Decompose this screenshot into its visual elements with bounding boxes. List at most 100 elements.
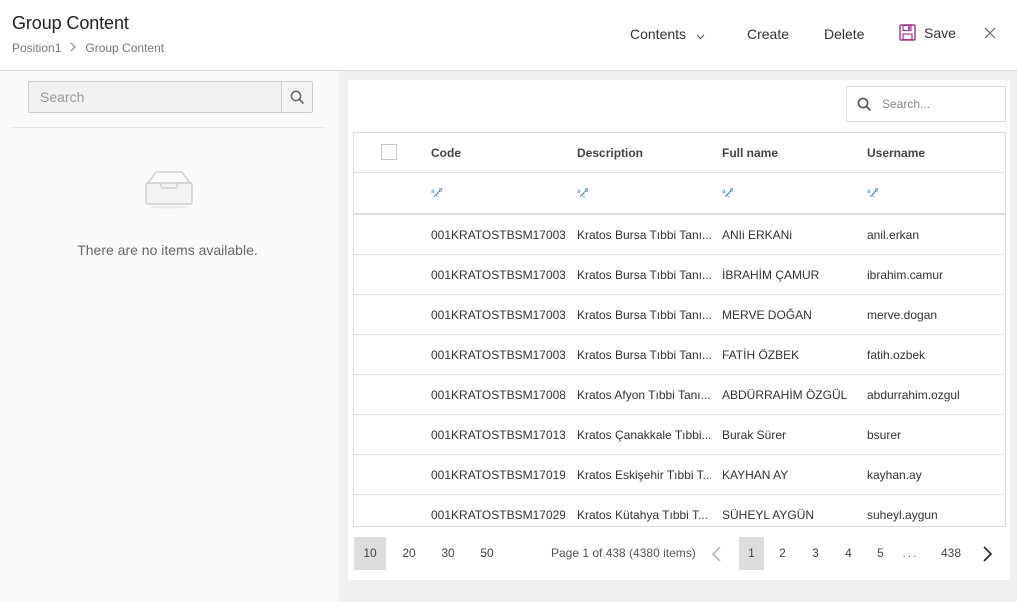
cell-code: 001KRATOSTBSM17003... <box>431 348 565 362</box>
cell-full-name: SÜHEYL AYGÜN <box>722 508 815 522</box>
page-size-30[interactable]: 30 <box>432 537 464 570</box>
divider <box>12 127 324 128</box>
cell-full-name: ABDÜRRAHİM ÖZGÜL <box>722 388 848 402</box>
cell-code: 001KRATOSTBSM17029... <box>431 508 565 522</box>
grid-search-input[interactable] <box>882 97 992 111</box>
search-button[interactable] <box>281 82 312 112</box>
cell-description: Kratos Eskişehir Tıbbi T... <box>577 468 711 482</box>
table-row[interactable]: 001KRATOSTBSM17013... Kratos Çanakkale T… <box>354 415 1005 455</box>
column-header-description[interactable]: Description <box>577 133 711 173</box>
left-search-input[interactable] <box>29 82 282 112</box>
cell-description: Kratos Bursa Tıbbi Tanı... <box>577 348 711 362</box>
cell-full-name: Burak Sürer <box>722 428 787 442</box>
breadcrumb: Position1 Group Content <box>12 41 164 55</box>
save-label: Save <box>924 24 956 41</box>
chevron-right-icon <box>70 42 77 55</box>
contents-dropdown-button[interactable]: Contents <box>630 26 705 42</box>
cell-username: suheyl.aygun <box>867 508 938 522</box>
svg-text:b: b <box>585 188 588 194</box>
svg-text:b: b <box>875 188 878 194</box>
close-icon[interactable] <box>983 26 997 40</box>
select-all-checkbox[interactable] <box>381 144 397 160</box>
filter-contains-icon[interactable]: a c b <box>867 186 881 198</box>
table-row[interactable]: 001KRATOSTBSM17003... Kratos Bursa Tıbbi… <box>354 215 1005 255</box>
contents-label: Contents <box>630 26 687 42</box>
filter-contains-icon[interactable]: a c b <box>577 186 591 198</box>
page-button-1[interactable]: 1 <box>739 537 764 570</box>
breadcrumb-item-current: Group Content <box>85 41 165 55</box>
cell-code: 001KRATOSTBSM17008... <box>431 388 565 402</box>
cell-description: Kratos Afyon Tıbbi Tanı... <box>577 388 711 402</box>
chevron-down-icon <box>696 27 705 40</box>
svg-text:a: a <box>722 188 726 195</box>
cell-full-name: FATİH ÖZBEK <box>722 348 800 362</box>
column-header-code[interactable]: Code <box>431 133 565 173</box>
save-button[interactable]: Save <box>899 24 956 41</box>
cell-description: Kratos Bursa Tıbbi Tanı... <box>577 268 711 282</box>
page-button-last[interactable]: 438 <box>937 537 965 570</box>
cell-username: bsurer <box>867 428 902 442</box>
cell-full-name: ANIi ERKANi <box>722 228 793 242</box>
page-size-10[interactable]: 10 <box>354 537 386 570</box>
chevron-right-icon[interactable] <box>982 545 994 563</box>
cell-username: abdurrahim.ozgul <box>867 388 960 402</box>
data-grid: Code Description Full name Username a c … <box>353 132 1006 527</box>
column-header-full-name[interactable]: Full name <box>722 133 856 173</box>
column-header-username[interactable]: Username <box>867 133 1005 173</box>
cell-full-name: KAYHAN AY <box>722 468 789 482</box>
empty-inbox-icon <box>145 171 193 209</box>
filter-contains-icon[interactable]: a c b <box>431 186 445 198</box>
filter-contains-icon[interactable]: a c b <box>722 186 736 198</box>
grid-header-row: Code Description Full name Username <box>354 133 1005 173</box>
svg-text:a: a <box>577 188 581 195</box>
table-row[interactable]: 001KRATOSTBSM17029... Kratos Kütahya Tıb… <box>354 495 1005 526</box>
cell-description: Kratos Bursa Tıbbi Tanı... <box>577 228 711 242</box>
table-row[interactable]: 001KRATOSTBSM17019... Kratos Eskişehir T… <box>354 455 1005 495</box>
table-row[interactable]: 001KRATOSTBSM17008... Kratos Afyon Tıbbi… <box>354 375 1005 415</box>
svg-text:b: b <box>730 188 733 194</box>
cell-description: Kratos Çanakkale Tıbbi... <box>577 428 711 442</box>
cell-full-name: MERVE DOĞAN <box>722 308 812 322</box>
table-row[interactable]: 001KRATOSTBSM17003... Kratos Bursa Tıbbi… <box>354 255 1005 295</box>
page-button-4[interactable]: 4 <box>836 537 861 570</box>
page-title: Group Content <box>12 13 129 33</box>
left-panel: There are no items available. <box>0 71 339 602</box>
header: Group Content Position1 Group Content Co… <box>0 0 1017 71</box>
page-size-50[interactable]: 50 <box>471 537 503 570</box>
page-button-5[interactable]: 5 <box>868 537 893 570</box>
cell-username: kayhan.ay <box>867 468 922 482</box>
left-search-box <box>28 81 313 113</box>
cell-username: merve.dogan <box>867 308 938 322</box>
page-info: Page 1 of 438 (4380 items) <box>551 546 696 560</box>
svg-text:a: a <box>431 188 435 195</box>
delete-button[interactable]: Delete <box>824 26 864 42</box>
page-button-3[interactable]: 3 <box>803 537 828 570</box>
cell-username: fatih.ozbek <box>867 348 926 362</box>
page-size-20[interactable]: 20 <box>393 537 425 570</box>
cell-code: 001KRATOSTBSM17003... <box>431 268 565 282</box>
table-row[interactable]: 001KRATOSTBSM17003... Kratos Bursa Tıbbi… <box>354 335 1005 375</box>
svg-text:a: a <box>867 188 871 195</box>
grid-filter-row: a c b a c b a c b a c b <box>354 173 1005 215</box>
grid-search-box <box>846 86 1006 122</box>
search-icon <box>857 97 872 111</box>
cell-full-name: İBRAHİM ÇAMUR <box>722 268 820 282</box>
breadcrumb-item-position[interactable]: Position1 <box>12 41 61 55</box>
cell-code: 001KRATOSTBSM17013... <box>431 428 565 442</box>
page-ellipsis[interactable]: ... <box>898 537 923 570</box>
cell-description: Kratos Bursa Tıbbi Tanı... <box>577 308 711 322</box>
cell-username: anil.erkan <box>867 228 920 242</box>
search-icon <box>290 90 304 104</box>
cell-description: Kratos Kütahya Tıbbi T... <box>577 508 708 522</box>
save-icon <box>899 24 916 41</box>
cell-code: 001KRATOSTBSM17019... <box>431 468 565 482</box>
cell-username: ibrahim.camur <box>867 268 944 282</box>
chevron-left-icon[interactable] <box>710 545 722 563</box>
table-row[interactable]: 001KRATOSTBSM17003... Kratos Bursa Tıbbi… <box>354 295 1005 335</box>
page-button-2[interactable]: 2 <box>770 537 795 570</box>
create-button[interactable]: Create <box>747 26 789 42</box>
empty-message: There are no items available. <box>77 242 258 258</box>
cell-code: 001KRATOSTBSM17003... <box>431 308 565 322</box>
svg-text:b: b <box>439 188 442 194</box>
cell-code: 001KRATOSTBSM17003... <box>431 228 565 242</box>
